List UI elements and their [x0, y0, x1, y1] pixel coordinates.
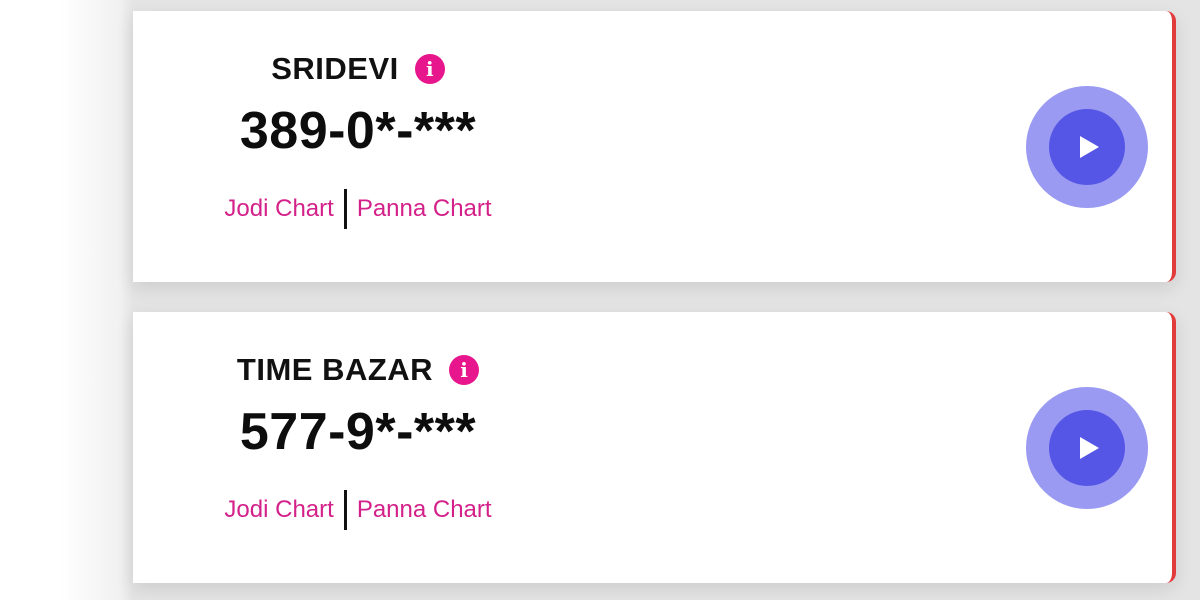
jodi-chart-link[interactable]: Jodi Chart [224, 496, 333, 524]
chart-links: Jodi Chart Panna Chart [133, 189, 583, 229]
play-icon [1080, 136, 1099, 158]
panna-chart-link[interactable]: Panna Chart [357, 195, 492, 223]
market-header: SRIDEVI i [133, 51, 583, 87]
market-result: 577-9*-*** [239, 403, 477, 461]
link-divider [343, 189, 347, 229]
play-button[interactable] [1026, 86, 1148, 208]
info-icon[interactable]: i [449, 355, 480, 385]
market-header: TIME BAZAR i [133, 352, 583, 388]
market-card-time-bazar: TIME BAZAR i 577-9*-*** Jodi Chart Panna… [133, 312, 1176, 583]
market-name: SRIDEVI [271, 51, 399, 86]
chart-links: Jodi Chart Panna Chart [133, 490, 583, 530]
market-result: 389-0*-*** [239, 102, 477, 160]
market-card-sridevi: SRIDEVI i 389-0*-*** Jodi Chart Panna Ch… [133, 11, 1176, 282]
info-icon[interactable]: i [414, 54, 445, 84]
play-icon [1080, 437, 1099, 459]
panna-chart-link[interactable]: Panna Chart [357, 496, 492, 524]
page: SRIDEVI i 389-0*-*** Jodi Chart Panna Ch… [0, 0, 1200, 600]
play-button-inner [1049, 410, 1125, 486]
play-button[interactable] [1026, 387, 1148, 509]
play-button-inner [1049, 109, 1125, 185]
market-name: TIME BAZAR [236, 352, 434, 387]
link-divider [343, 490, 347, 530]
jodi-chart-link[interactable]: Jodi Chart [224, 195, 333, 223]
